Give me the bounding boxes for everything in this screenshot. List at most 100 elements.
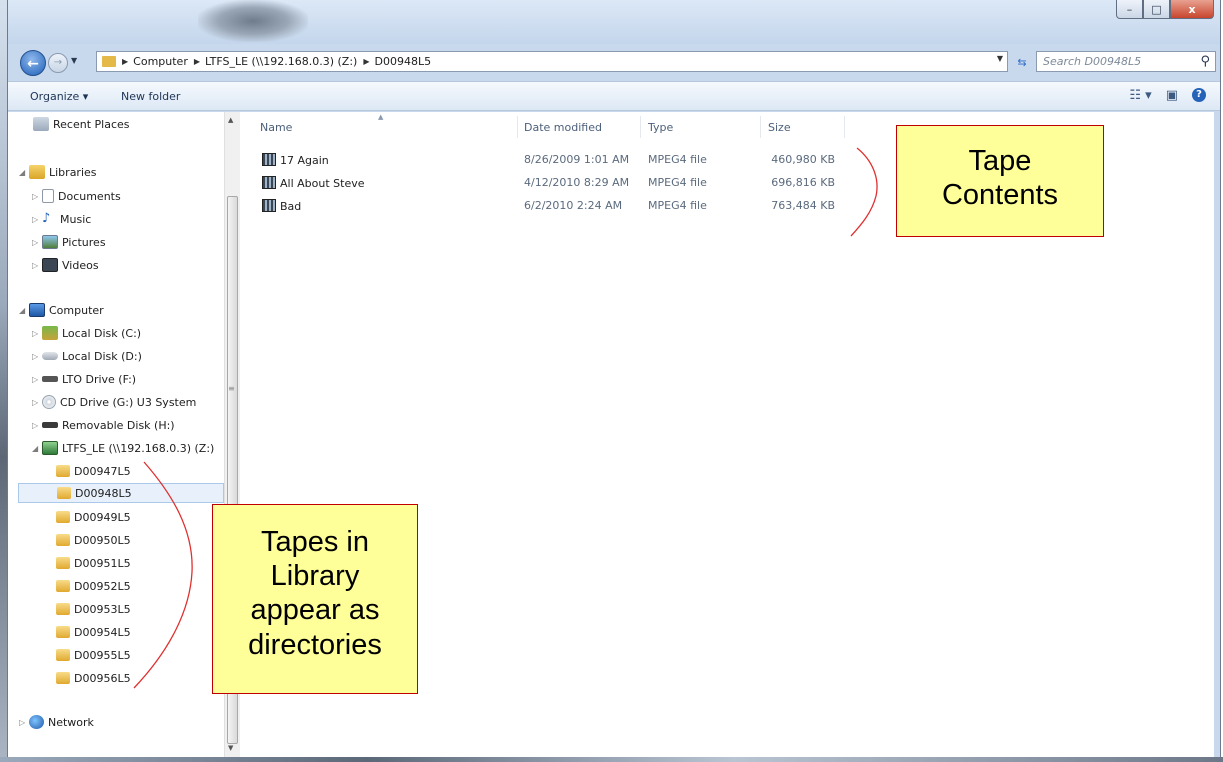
breadcrumb-ltfs[interactable]: ▶ LTFS_LE (\\192.168.0.3) (Z:) — [194, 55, 357, 68]
command-bar: Organize ▾ New folder ☷ ▾ ▣ ? — [8, 81, 1220, 111]
nav-music[interactable]: ▷ ♪ Music — [32, 209, 91, 229]
nav-label: D00953L5 — [74, 602, 131, 616]
collapsed-arrow-icon[interactable]: ▷ — [32, 352, 42, 361]
nav-lto-drive[interactable]: ▷ LTO Drive (F:) — [32, 369, 136, 389]
nav-tape-d00954l5[interactable]: D00954L5 — [56, 622, 131, 642]
documents-icon — [42, 189, 54, 203]
collapsed-arrow-icon[interactable]: ▷ — [32, 215, 42, 224]
arrow-left-icon: ← — [27, 56, 39, 72]
file-row[interactable]: 17 Again 8/26/2009 1:01 AM MPEG4 file 46… — [240, 150, 840, 170]
close-button[interactable]: x — [1170, 0, 1214, 19]
search-placeholder: Search D00948L5 — [1043, 55, 1142, 68]
search-input[interactable]: Search D00948L5 ⚲ — [1036, 51, 1216, 72]
title-bar[interactable]: – □ x — [8, 0, 1220, 44]
search-icon[interactable]: ⚲ — [1200, 52, 1210, 71]
libraries-icon — [29, 165, 45, 179]
column-divider[interactable] — [760, 116, 761, 138]
collapsed-arrow-icon[interactable]: ▷ — [32, 261, 42, 270]
help-icon[interactable]: ? — [1192, 88, 1206, 102]
file-date-cell: 6/2/2010 2:24 AM — [524, 199, 623, 212]
expanded-arrow-icon[interactable]: ◢ — [19, 168, 29, 177]
file-name-cell[interactable]: 17 Again — [262, 153, 329, 167]
change-view-icon[interactable]: ☷ ▾ — [1129, 88, 1151, 103]
collapsed-arrow-icon[interactable]: ▷ — [32, 375, 42, 384]
file-date-cell: 4/12/2010 8:29 AM — [524, 176, 630, 189]
nav-pictures[interactable]: ▷ Pictures — [32, 232, 106, 252]
title-bar-blur — [198, 0, 308, 42]
file-size-cell: 460,980 KB — [771, 153, 835, 166]
nav-tape-d00949l5[interactable]: D00949L5 — [56, 507, 131, 527]
nav-label: Computer — [49, 303, 104, 317]
nav-tape-d00950l5[interactable]: D00950L5 — [56, 530, 131, 550]
chevron-down-icon: ▼ — [71, 56, 78, 65]
file-name-cell[interactable]: All About Steve — [262, 176, 365, 190]
collapsed-arrow-icon[interactable]: ▷ — [19, 718, 29, 727]
collapsed-arrow-icon[interactable]: ▷ — [32, 329, 42, 338]
forward-button[interactable]: → — [48, 53, 68, 73]
breadcrumb-tape[interactable]: ▶ D00948L5 — [363, 55, 431, 68]
nav-cd-drive[interactable]: ▷ CD Drive (G:) U3 System — [32, 392, 196, 412]
nav-network[interactable]: ▷ Network — [19, 712, 94, 732]
organize-button[interactable]: Organize ▾ — [30, 90, 88, 103]
scroll-down-icon[interactable]: ▼ — [228, 744, 233, 752]
nav-label: Documents — [58, 189, 121, 203]
column-header-date[interactable]: Date modified — [524, 121, 602, 134]
video-file-icon — [262, 199, 276, 212]
recent-pages-dropdown[interactable]: ▼ — [71, 56, 77, 65]
collapsed-arrow-icon[interactable]: ▷ — [32, 398, 42, 407]
address-bar[interactable]: ▶ Computer ▶ LTFS_LE (\\192.168.0.3) (Z:) … — [96, 51, 1008, 72]
expanded-arrow-icon[interactable]: ◢ — [19, 306, 29, 315]
file-type-cell: MPEG4 file — [648, 199, 707, 212]
file-type-cell: MPEG4 file — [648, 153, 707, 166]
expanded-arrow-icon[interactable]: ◢ — [32, 444, 42, 453]
nav-label: D00955L5 — [74, 648, 131, 662]
nav-local-disk-c[interactable]: ▷ Local Disk (C:) — [32, 323, 141, 343]
folder-icon — [56, 672, 70, 684]
folder-icon — [56, 626, 70, 638]
refresh-button[interactable]: ⇆ — [1011, 53, 1033, 72]
maximize-button[interactable]: □ — [1143, 0, 1170, 19]
folder-icon — [56, 465, 70, 477]
nav-computer[interactable]: ◢ Computer — [19, 300, 104, 320]
back-button[interactable]: ← — [20, 50, 46, 76]
collapsed-arrow-icon[interactable]: ▷ — [32, 421, 42, 430]
file-name-cell[interactable]: Bad — [262, 199, 301, 213]
column-header-name[interactable]: Name — [260, 121, 292, 134]
column-header-type[interactable]: Type — [648, 121, 673, 134]
nav-ltfs-share[interactable]: ◢ LTFS_LE (\\192.168.0.3) (Z:) — [32, 438, 214, 458]
nav-label: Pictures — [62, 235, 106, 249]
nav-tape-d00953l5[interactable]: D00953L5 — [56, 599, 131, 619]
column-divider[interactable] — [844, 116, 845, 138]
nav-tape-d00952l5[interactable]: D00952L5 — [56, 576, 131, 596]
column-divider[interactable] — [640, 116, 641, 138]
file-row[interactable]: All About Steve 4/12/2010 8:29 AM MPEG4 … — [240, 173, 840, 193]
nav-removable-disk[interactable]: ▷ Removable Disk (H:) — [32, 415, 175, 435]
collapsed-arrow-icon[interactable]: ▷ — [32, 238, 42, 247]
callout-line: Library — [270, 560, 360, 593]
nav-recent-places[interactable]: Recent Places — [33, 114, 130, 134]
nav-tape-d00947l5[interactable]: D00947L5 — [56, 461, 131, 481]
removable-disk-icon — [42, 422, 58, 428]
address-history-dropdown[interactable]: ▼ — [997, 54, 1003, 63]
file-row[interactable]: Bad 6/2/2010 2:24 AM MPEG4 file 763,484 … — [240, 196, 840, 216]
scroll-up-icon[interactable]: ▲ — [228, 116, 233, 124]
column-divider[interactable] — [517, 116, 518, 138]
file-type-cell: MPEG4 file — [648, 176, 707, 189]
new-folder-button[interactable]: New folder — [121, 90, 180, 103]
breadcrumb-computer[interactable]: ▶ Computer — [122, 55, 188, 68]
video-file-icon — [262, 176, 276, 189]
nav-tape-d00956l5[interactable]: D00956L5 — [56, 668, 131, 688]
collapsed-arrow-icon[interactable]: ▷ — [32, 192, 42, 201]
nav-tape-d00955l5[interactable]: D00955L5 — [56, 645, 131, 665]
nav-libraries[interactable]: ◢ Libraries — [19, 162, 97, 182]
minimize-button[interactable]: – — [1116, 0, 1143, 19]
nav-local-disk-d[interactable]: ▷ Local Disk (D:) — [32, 346, 142, 366]
nav-documents[interactable]: ▷ Documents — [32, 186, 121, 206]
column-header-size[interactable]: Size — [768, 121, 791, 134]
nav-tape-d00951l5[interactable]: D00951L5 — [56, 553, 131, 573]
nav-label: D00956L5 — [74, 671, 131, 685]
file-name: All About Steve — [280, 177, 365, 190]
nav-tape-d00948l5[interactable]: D00948L5 — [18, 483, 224, 503]
nav-videos[interactable]: ▷ Videos — [32, 255, 99, 275]
preview-pane-icon[interactable]: ▣ — [1166, 88, 1178, 103]
